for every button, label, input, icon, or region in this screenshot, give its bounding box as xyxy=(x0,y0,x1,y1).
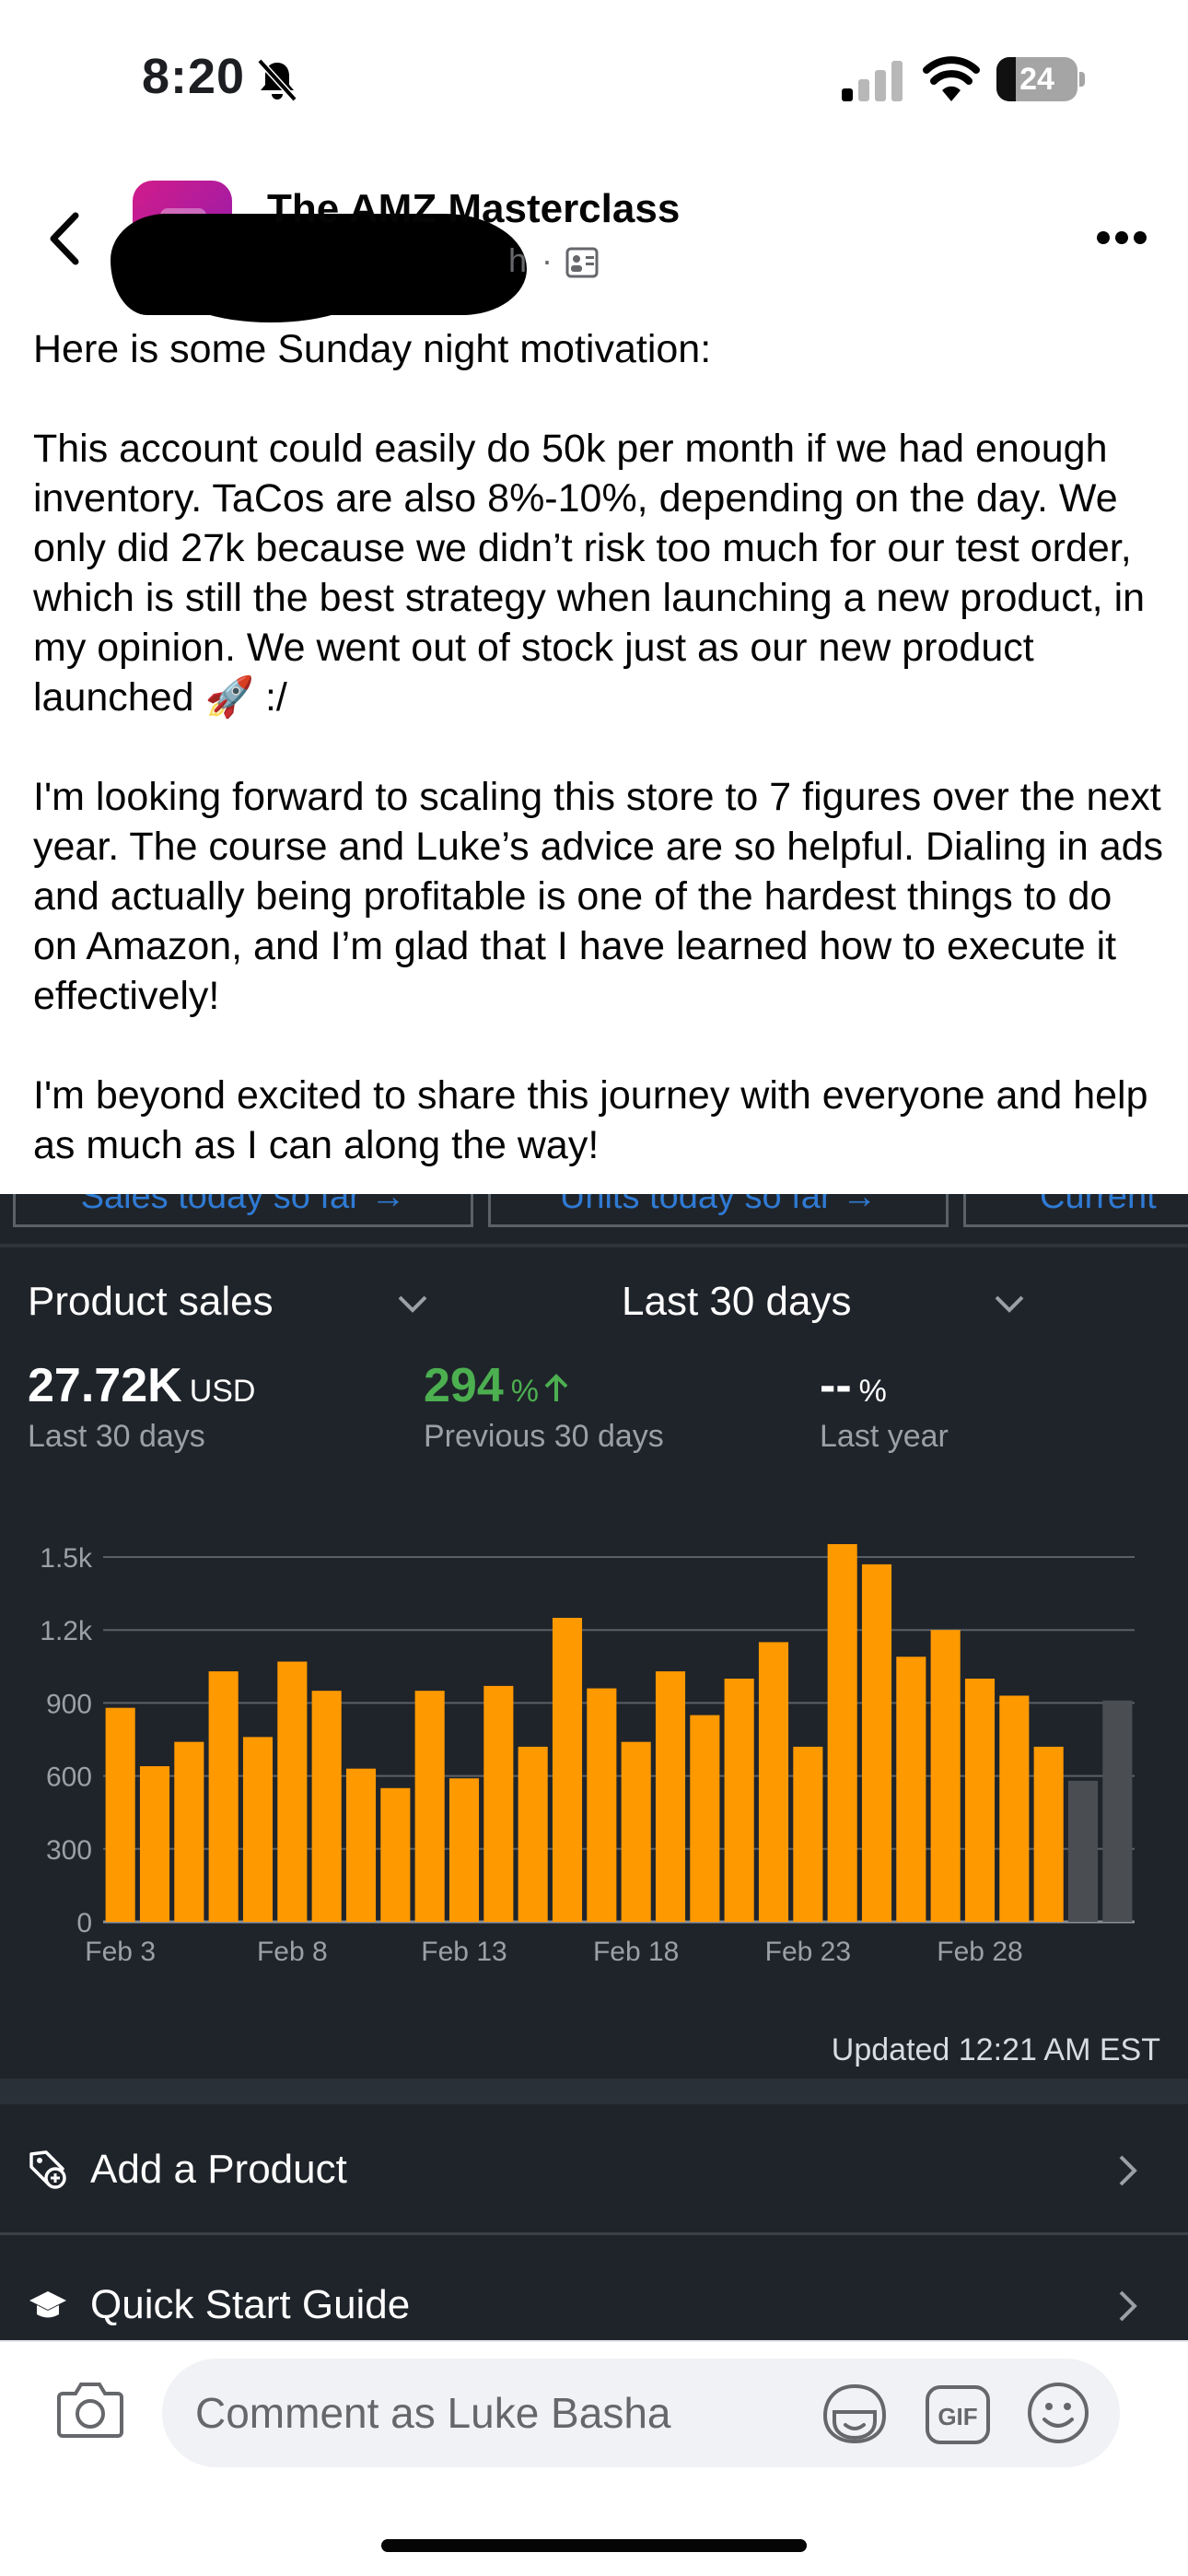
summary-tiles: Sales today so far → Units today so far … xyxy=(0,1194,1188,1227)
bar-feb-25 xyxy=(861,1563,892,1922)
metric-dropdown: Product sales xyxy=(28,1279,274,1324)
home-indicator xyxy=(381,2539,807,2552)
bar-feb-23 xyxy=(793,1746,823,1922)
metric-last-year-value: --% xyxy=(820,1359,887,1412)
bar-feb-8 xyxy=(277,1661,308,1922)
meta-separator: · xyxy=(542,241,553,279)
tile-current: Current xyxy=(963,1194,1188,1227)
bar-feb-19 xyxy=(655,1671,686,1922)
graduation-cap-icon xyxy=(29,2291,66,2318)
emoji-icon[interactable] xyxy=(1026,2381,1090,2445)
x-tick-label: Feb 13 xyxy=(421,1937,507,1967)
post-paragraph: I'm beyond excited to share this journey… xyxy=(33,1073,1148,1167)
bar-feb-3 xyxy=(105,1707,135,1922)
wifi-icon xyxy=(923,56,980,101)
metric-last-year-label: Last year xyxy=(820,1419,949,1454)
bar-feb-4 xyxy=(139,1766,170,1922)
bar-feb-22 xyxy=(758,1642,789,1922)
y-tick-label: 1.2k xyxy=(40,1616,93,1646)
bar-feb-27 xyxy=(930,1630,961,1922)
tile-units-today: Units today so far → xyxy=(488,1194,949,1227)
bar-feb-16 xyxy=(552,1618,583,1922)
signal-icon xyxy=(842,61,903,101)
metric-change-label: Previous 30 days xyxy=(424,1419,664,1454)
status-time: 8:20 xyxy=(142,49,246,104)
bell-off-icon xyxy=(257,58,297,102)
arrow-up-icon xyxy=(544,1374,568,1401)
bar-feb-6 xyxy=(208,1671,239,1922)
y-tick-label: 0 xyxy=(76,1908,92,1938)
bar-feb-17 xyxy=(587,1688,617,1922)
metric-sales-label: Last 30 days xyxy=(28,1419,205,1454)
metric-sales-value: 27.72K USD xyxy=(28,1359,256,1412)
y-tick-label: 300 xyxy=(46,1835,92,1866)
bar-feb-10 xyxy=(345,1768,377,1922)
comment-input[interactable]: Comment as Luke Basha GIF xyxy=(162,2359,1120,2467)
page-name[interactable]: The AMZ Masterclass xyxy=(267,186,680,232)
audience-icon xyxy=(565,247,599,278)
bar-feb-12 xyxy=(414,1691,445,1922)
gif-icon[interactable]: GIF xyxy=(925,2384,991,2445)
x-tick-label: Feb 28 xyxy=(937,1937,1022,1967)
bar-feb-20 xyxy=(690,1715,720,1922)
camera-icon[interactable] xyxy=(55,2379,125,2440)
bar-mar-3 xyxy=(1102,1700,1133,1922)
redaction-mark xyxy=(169,249,372,322)
bar-feb-29 xyxy=(999,1695,1030,1922)
sticker-icon[interactable] xyxy=(821,2381,888,2447)
back-arrow-icon[interactable] xyxy=(42,206,88,271)
chevron-right-icon xyxy=(1119,2155,1137,2186)
quick-start-row: Quick Start Guide xyxy=(0,2238,1188,2340)
more-options-icon[interactable] xyxy=(1096,228,1147,247)
updated-time: Updated 12:21 AM EST xyxy=(831,2032,1160,2067)
svg-text:GIF: GIF xyxy=(938,2403,977,2430)
bar-feb-7 xyxy=(242,1737,274,1922)
bar-feb-18 xyxy=(621,1741,651,1922)
x-tick-label: Feb 8 xyxy=(257,1937,328,1967)
post-image[interactable]: Sales today so far → Units today so far … xyxy=(0,1194,1188,2340)
bar-feb-21 xyxy=(724,1679,754,1922)
bar-feb-5 xyxy=(174,1741,204,1922)
chevron-right-icon xyxy=(1119,2290,1137,2322)
x-tick-label: Feb 23 xyxy=(765,1937,851,1967)
post-paragraph: This account could easily do 50k per mon… xyxy=(33,427,1146,720)
status-bar: 8:20 24 xyxy=(0,0,1188,157)
add-product-label: Add a Product xyxy=(90,2147,347,2192)
y-tick-label: 600 xyxy=(46,1762,92,1793)
bar-feb-26 xyxy=(896,1657,926,1922)
battery-indicator: 24 xyxy=(996,57,1085,101)
post-paragraph: I'm looking forward to scaling this stor… xyxy=(33,775,1164,1018)
bar-feb-28 xyxy=(964,1679,996,1922)
x-tick-label: Feb 3 xyxy=(85,1937,156,1967)
y-tick-label: 1.5k xyxy=(40,1544,93,1574)
bar-mar-1 xyxy=(1033,1746,1064,1922)
bar-feb-9 xyxy=(311,1691,342,1922)
bar-mar-2 xyxy=(1067,1780,1099,1922)
battery-level-text: 24 xyxy=(1019,62,1054,97)
add-product-row: Add a Product xyxy=(0,2106,1188,2235)
bar-feb-13 xyxy=(448,1778,480,1922)
post-text: Here is some Sunday night motivation: Th… xyxy=(33,324,1166,1170)
quick-start-label: Quick Start Guide xyxy=(90,2282,411,2327)
bar-feb-15 xyxy=(518,1746,548,1922)
x-tick-label: Feb 18 xyxy=(593,1937,679,1967)
y-tick-label: 900 xyxy=(46,1689,92,1719)
metric-change-value: 294% xyxy=(424,1358,570,1413)
chevron-down-icon xyxy=(398,1295,427,1313)
bar-feb-14 xyxy=(483,1685,514,1922)
post-paragraph: Here is some Sunday night motivation: xyxy=(33,327,712,371)
chevron-down-icon xyxy=(995,1295,1024,1313)
tile-sales-today: Sales today so far → xyxy=(13,1194,473,1227)
bar-feb-24 xyxy=(827,1544,857,1922)
range-dropdown: Last 30 days xyxy=(622,1279,852,1324)
comment-placeholder: Comment as Luke Basha xyxy=(195,2389,671,2437)
bar-feb-11 xyxy=(380,1787,411,1922)
post-time: h xyxy=(508,241,528,279)
tag-plus-icon xyxy=(29,2150,66,2189)
